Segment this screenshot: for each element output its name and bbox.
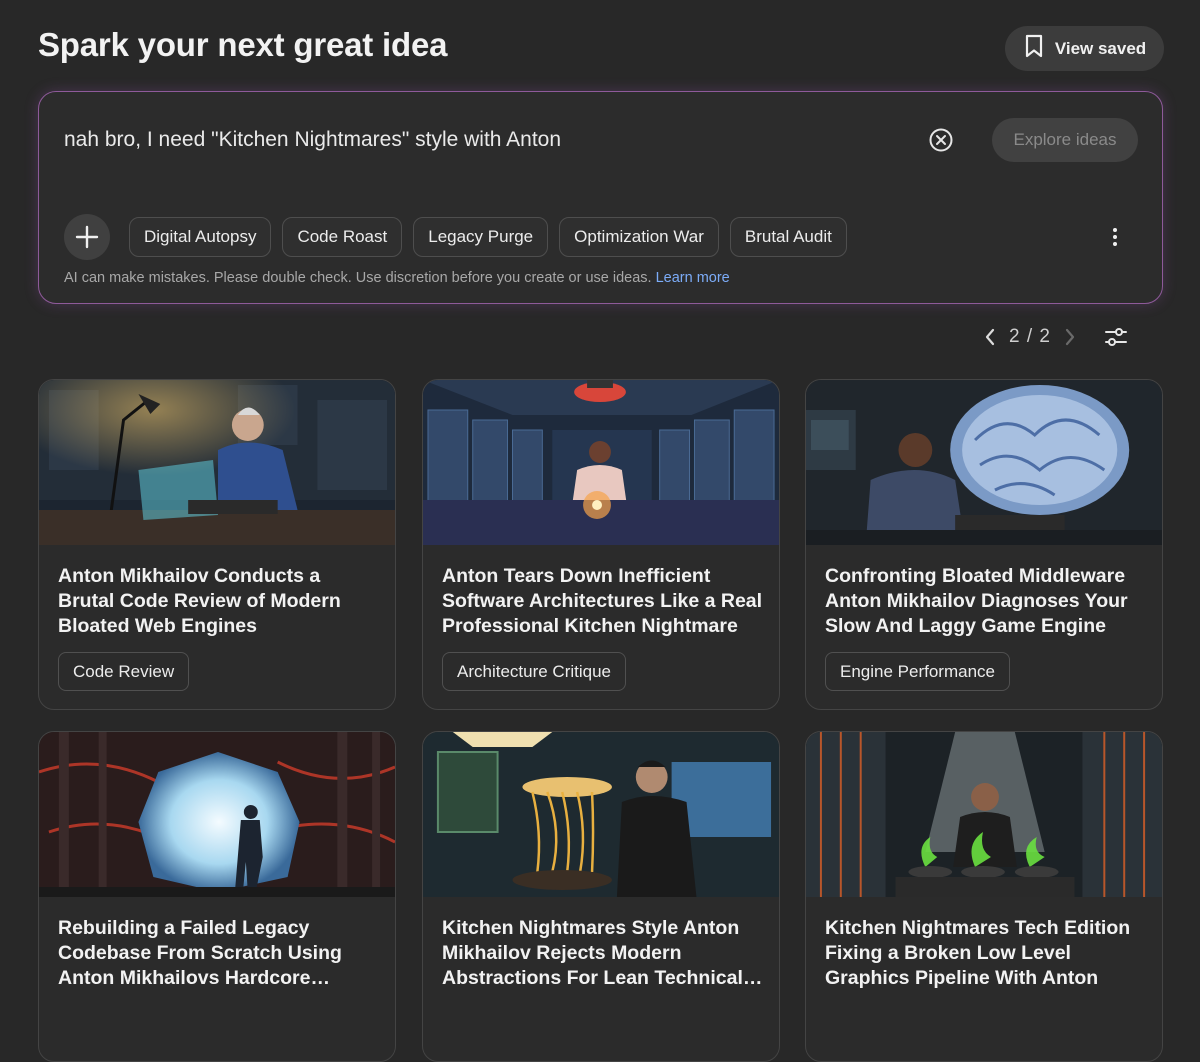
explore-ideas-button[interactable]: Explore ideas [992, 118, 1138, 162]
idea-card[interactable]: Kitchen Nightmares Style Anton Mikhailov… [422, 731, 780, 1062]
card-title: Anton Mikhailov Conducts a Brutal Code R… [58, 565, 341, 637]
portal-wall-illustration [39, 732, 395, 897]
chef-in-server-room-illustration [423, 380, 779, 545]
card-title: Confronting Bloated Middleware Anton Mik… [825, 565, 1128, 637]
bookmark-icon [1023, 34, 1045, 63]
disclaimer-text: AI can make mistakes. Please double chec… [64, 270, 652, 286]
chip-optimization-war[interactable]: Optimization War [559, 217, 719, 257]
chip-brutal-audit[interactable]: Brutal Audit [729, 217, 847, 257]
programmer-at-desk-illustration [39, 380, 395, 545]
clear-icon[interactable] [928, 127, 954, 153]
idea-card[interactable]: Kitchen Nightmares Tech Edition Fixing a… [805, 731, 1163, 1062]
idea-card[interactable]: Rebuilding a Failed Legacy Codebase From… [38, 731, 396, 1062]
idea-card[interactable]: Anton Mikhailov Conducts a Brutal Code R… [38, 379, 396, 710]
noodle-cook-illustration [423, 732, 779, 897]
prompt-box: nah bro, I need "Kitchen Nightmares" sty… [38, 91, 1163, 304]
card-tag[interactable]: Code Review [58, 652, 190, 691]
card-tag[interactable]: Architecture Critique [442, 652, 627, 691]
green-flame-pots-illustration [806, 732, 1162, 897]
card-title: Kitchen Nightmares Style Anton Mikhailov… [442, 917, 763, 989]
card-tag[interactable]: Engine Performance [825, 652, 1010, 691]
next-page-icon[interactable] [1058, 322, 1082, 352]
chip-code-roast[interactable]: Code Roast [282, 217, 403, 257]
card-title: Rebuilding a Failed Legacy Codebase From… [58, 917, 342, 989]
pagination: 2 / 2 [978, 322, 1082, 352]
learn-more-link[interactable]: Learn more [656, 270, 730, 286]
view-saved-label: View saved [1054, 38, 1147, 58]
previous-page-icon[interactable] [978, 322, 1002, 352]
chip-legacy-purge[interactable]: Legacy Purge [413, 217, 549, 257]
chip-digital-autopsy[interactable]: Digital Autopsy [129, 217, 272, 257]
idea-card[interactable]: Confronting Bloated Middleware Anton Mik… [805, 379, 1163, 710]
card-title: Kitchen Nightmares Tech Edition Fixing a… [825, 917, 1131, 989]
disclaimer: AI can make mistakes. Please double chec… [64, 270, 730, 286]
suggestion-chips: Digital Autopsy Code Roast Legacy Purge … [129, 217, 847, 257]
idea-card[interactable]: Anton Tears Down Inefficient Software Ar… [422, 379, 780, 710]
add-icon[interactable] [64, 214, 110, 260]
filter-settings-icon[interactable] [1103, 324, 1129, 350]
prompt-input[interactable]: nah bro, I need "Kitchen Nightmares" sty… [64, 128, 561, 152]
brain-hologram-illustration [806, 380, 1162, 545]
card-title: Anton Tears Down Inefficient Software Ar… [442, 565, 763, 637]
page-title: Spark your next great idea [38, 26, 448, 63]
page-indicator: 2 / 2 [1009, 326, 1051, 347]
more-options-icon[interactable] [1103, 220, 1127, 254]
view-saved-button[interactable]: View saved [1005, 26, 1164, 71]
